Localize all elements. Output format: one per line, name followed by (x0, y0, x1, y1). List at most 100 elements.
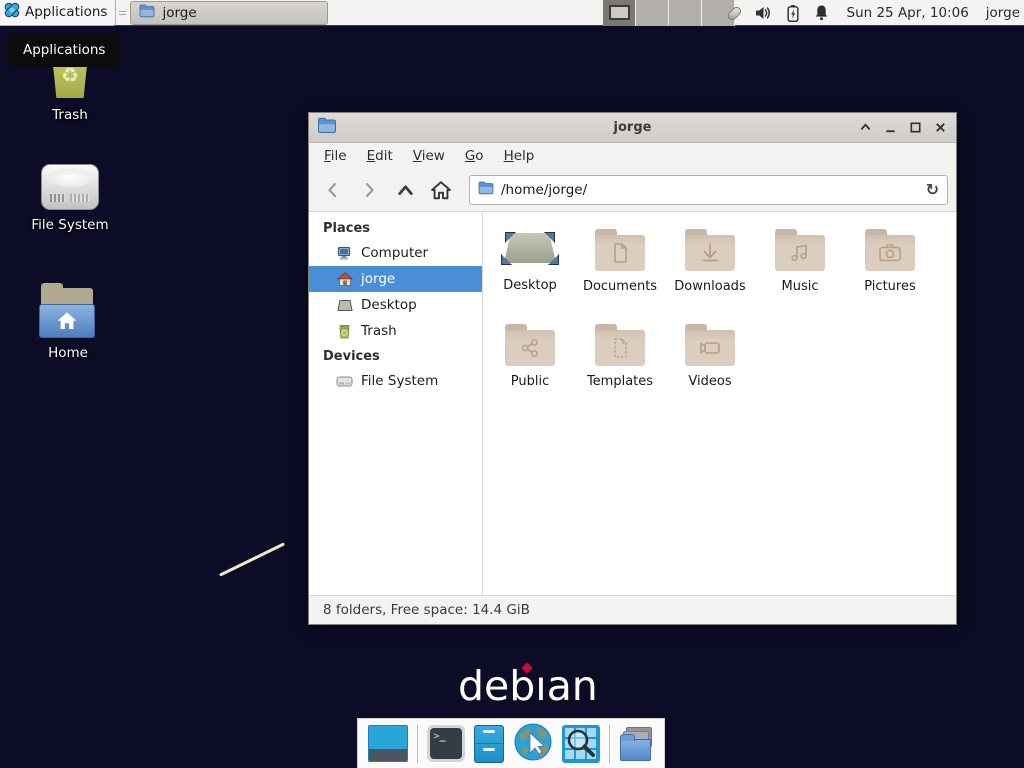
folder-icon (139, 4, 155, 22)
toolbar: /home/jorge/ ↻ (309, 169, 956, 211)
folder-icon (685, 324, 735, 366)
menu-help[interactable]: Help (495, 145, 544, 167)
sidebar-item-label: jorge (361, 271, 395, 287)
drive-icon (336, 373, 353, 390)
folder-icon (595, 229, 645, 271)
show-desktop-icon (368, 725, 408, 762)
file-manager-window: jorge File Edit View Go Help (308, 112, 957, 625)
sidebar-item-trash[interactable]: Trash (309, 318, 482, 344)
debian-logo: debıan (458, 662, 598, 710)
desktop-icon-home[interactable]: Home (23, 286, 113, 361)
folder-pictures[interactable]: Pictures (845, 226, 935, 321)
sidebar-item-desktop[interactable]: Desktop (309, 292, 482, 318)
home-folder-icon (39, 286, 97, 338)
applications-menu-button[interactable]: Applications (0, 0, 116, 26)
panel-clock[interactable]: Sun 25 Apr, 10:06 (847, 5, 969, 21)
menu-view[interactable]: View (404, 145, 454, 167)
terminal-launcher[interactable]: >_ (427, 725, 465, 762)
sidebar-item-computer[interactable]: Computer (309, 240, 482, 266)
window-folder-icon (317, 117, 337, 138)
forward-button[interactable] (353, 175, 385, 205)
system-tray: Sun 25 Apr, 10:06 jorge (725, 0, 1021, 26)
applications-tooltip: Applications (8, 33, 120, 67)
sidebar-item-label: Desktop (361, 297, 417, 313)
workspace-1[interactable] (603, 0, 636, 26)
desktop-icon-file-system[interactable]: File System (25, 160, 115, 233)
status-text: 8 folders, Free space: 14.4 GiB (323, 602, 530, 618)
folder-videos[interactable]: Videos (665, 321, 755, 416)
folder-downloads[interactable]: Downloads (665, 226, 755, 321)
applications-menu-label: Applications (25, 4, 107, 20)
file-view: Desktop Documents Downloads (483, 212, 956, 595)
reload-icon[interactable]: ↻ (926, 182, 939, 198)
path-folder-icon (478, 181, 494, 199)
volume-icon[interactable] (754, 3, 774, 23)
folder-icon (865, 229, 915, 271)
menu-file[interactable]: File (315, 145, 356, 167)
menu-edit[interactable]: Edit (358, 145, 402, 167)
folder-public[interactable]: Public (485, 321, 575, 416)
app-finder-launcher[interactable] (562, 725, 600, 763)
app-finder-icon (562, 725, 600, 763)
workspace-pager[interactable] (603, 0, 735, 26)
computer-icon (336, 245, 353, 262)
input-device-tray-icon[interactable] (725, 3, 745, 23)
sidebar-item-file-system[interactable]: File System (309, 368, 482, 394)
workspace-3[interactable] (669, 0, 702, 26)
desktop-icon (336, 297, 353, 314)
show-desktop-launcher[interactable] (368, 725, 408, 762)
folder-icon (685, 229, 735, 271)
folder-stack-icon (619, 726, 655, 762)
maximize-button[interactable] (908, 120, 923, 135)
trash-icon (336, 323, 353, 340)
menu-go[interactable]: Go (456, 145, 493, 167)
workspace-2[interactable] (636, 0, 669, 26)
folder-documents[interactable]: Documents (575, 226, 665, 321)
file-cabinet-icon (474, 725, 504, 763)
directory-menu-launcher[interactable] (619, 726, 655, 762)
status-bar: 8 folders, Free space: 14.4 GiB (309, 595, 956, 624)
panel-username[interactable]: jorge (986, 5, 1020, 21)
top-panel: Applications jorge (0, 0, 1024, 26)
shade-button[interactable] (858, 120, 873, 135)
dock-separator (609, 725, 610, 763)
taskbar-grip[interactable] (119, 6, 126, 20)
back-button[interactable] (317, 175, 349, 205)
folder-icon (775, 229, 825, 271)
path-input[interactable]: /home/jorge/ (501, 182, 919, 198)
battery-charging-icon[interactable] (783, 3, 803, 23)
notifications-bell-icon[interactable] (812, 3, 832, 23)
folder-templates[interactable]: Templates (575, 321, 665, 416)
close-button[interactable] (933, 120, 948, 135)
sidebar: Places Computer (309, 212, 483, 595)
globe-browser-icon (513, 722, 553, 766)
home-icon (336, 271, 353, 288)
home-button[interactable] (425, 175, 457, 205)
sidebar-header-places: Places (309, 216, 482, 240)
sidebar-header-devices: Devices (309, 344, 482, 368)
dock-panel: >_ (357, 718, 665, 768)
taskbar-window-label: jorge (162, 5, 196, 21)
up-button[interactable] (389, 175, 421, 205)
menu-bar: File Edit View Go Help (309, 143, 956, 169)
folder-desktop[interactable]: Desktop (485, 226, 575, 321)
xfce-logo-icon (3, 1, 21, 23)
sidebar-item-label: File System (361, 373, 438, 389)
location-bar[interactable]: /home/jorge/ ↻ (469, 175, 948, 205)
window-titlebar[interactable]: jorge (309, 113, 956, 143)
wallpaper-light-streak (219, 542, 285, 576)
minimize-button[interactable] (883, 120, 898, 135)
web-browser-launcher[interactable] (513, 722, 553, 766)
folder-icon (595, 324, 645, 366)
file-manager-launcher[interactable] (474, 725, 504, 763)
sidebar-item-jorge[interactable]: jorge (309, 266, 482, 292)
sidebar-item-label: Trash (361, 323, 397, 339)
folder-music[interactable]: Music (755, 226, 845, 321)
hard-drive-icon (41, 164, 99, 210)
desktop-icon-label: Trash (25, 107, 115, 123)
taskbar-window-button[interactable]: jorge (130, 1, 328, 25)
sidebar-item-label: Computer (361, 245, 428, 261)
folder-icon (505, 324, 555, 366)
terminal-icon: >_ (427, 725, 465, 762)
dock-separator (417, 725, 418, 763)
